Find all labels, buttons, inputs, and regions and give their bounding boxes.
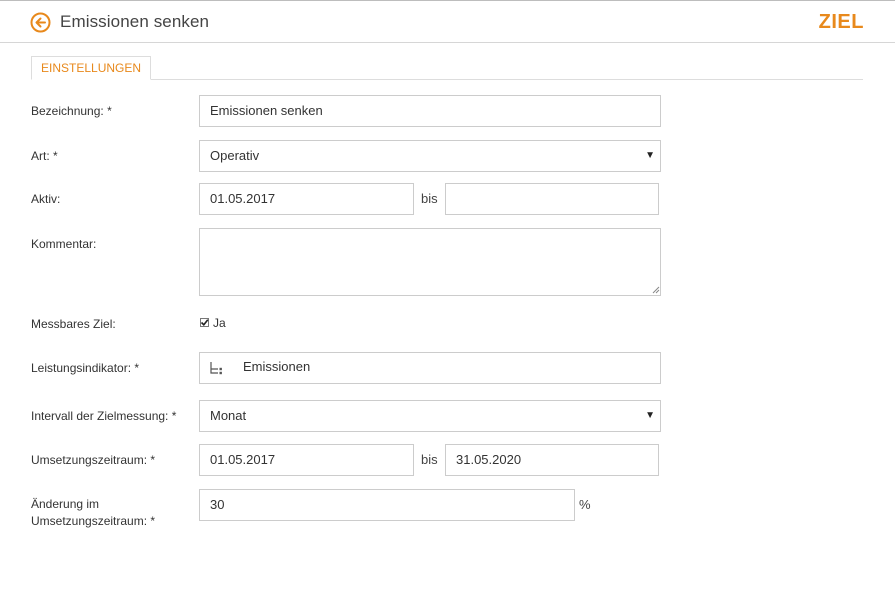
- required-marker: *: [171, 409, 177, 423]
- dropdown-caret-icon: ▼: [645, 150, 655, 161]
- art-select[interactable]: Operativ ▼: [199, 140, 661, 172]
- percent-unit: %: [579, 497, 591, 512]
- aenderung-value: 30: [210, 497, 225, 512]
- bezeichnung-label-text: Bezeichnung:: [31, 104, 104, 118]
- intervall-label-text: Intervall der Zielmessung:: [31, 409, 169, 423]
- bezeichnung-value: Emissionen senken: [210, 103, 323, 118]
- dropdown-caret-icon: ▼: [645, 410, 655, 421]
- tab-einstellungen[interactable]: EINSTELLUNGEN: [31, 56, 152, 80]
- umsetzung-to-value: 31.05.2020: [456, 452, 522, 467]
- aenderung-input[interactable]: 30: [199, 489, 575, 521]
- back-button[interactable]: [30, 12, 51, 33]
- aktiv-label: Aktiv:: [31, 191, 60, 208]
- umsetzung-from-value: 01.05.2017: [210, 452, 276, 467]
- aktiv-label-text: Aktiv:: [31, 192, 61, 206]
- kommentar-label-text: Kommentar:: [31, 237, 97, 251]
- aenderung-label-line2: Umsetzungszeitraum:: [31, 514, 148, 528]
- umsetzung-to-date-input[interactable]: 31.05.2020: [445, 444, 659, 476]
- aenderung-label: Änderung im Umsetzungszeitraum: *: [31, 496, 155, 530]
- messbares-ziel-checkbox[interactable]: [200, 318, 209, 327]
- messbares-ziel-option-label: Ja: [213, 316, 226, 330]
- checkmark-icon: [200, 319, 209, 326]
- intervall-select[interactable]: Monat ▼: [199, 400, 661, 432]
- tab-bar: EINSTELLUNGEN: [31, 56, 863, 80]
- art-label: Art: *: [31, 148, 58, 165]
- intervall-value: Monat: [210, 408, 247, 423]
- leistungsindikator-label-text: Leistungsindikator:: [31, 361, 132, 375]
- bezeichnung-input[interactable]: Emissionen senken: [199, 95, 661, 127]
- kommentar-label: Kommentar:: [31, 236, 96, 253]
- aktiv-from-value: 01.05.2017: [210, 191, 276, 206]
- page-title: Emissionen senken: [60, 12, 210, 31]
- leistungsindikator-value: Emissionen: [243, 359, 311, 374]
- page: Emissionen senken ZIEL EINSTELLUNGEN Bez…: [0, 0, 895, 600]
- umsetzung-bis-separator: bis: [421, 452, 438, 467]
- aktiv-bis-separator: bis: [421, 191, 438, 206]
- bezeichnung-label: Bezeichnung: *: [31, 103, 112, 120]
- art-label-text: Art:: [31, 149, 50, 163]
- required-marker: *: [53, 149, 58, 163]
- required-marker: *: [134, 361, 140, 375]
- hierarchy-tree-icon: [210, 362, 222, 375]
- resize-grip-icon[interactable]: [650, 284, 660, 294]
- arrow-left-circle-icon: [30, 12, 51, 33]
- leistungsindikator-label: Leistungsindikator: *: [31, 360, 139, 377]
- art-value: Operativ: [210, 148, 260, 163]
- aktiv-to-date-input[interactable]: [445, 183, 659, 215]
- kommentar-textarea[interactable]: [199, 228, 661, 296]
- page-header: Emissionen senken ZIEL: [0, 0, 895, 43]
- messbares-ziel-label-text: Messbares Ziel:: [31, 317, 116, 331]
- umsetzungszeitraum-label-text: Umsetzungszeitraum:: [31, 453, 148, 467]
- required-marker: *: [150, 453, 156, 467]
- umsetzung-from-date-input[interactable]: 01.05.2017: [199, 444, 414, 476]
- intervall-label: Intervall der Zielmessung: *: [31, 408, 176, 425]
- entity-type-label: ZIEL: [818, 11, 864, 33]
- messbares-ziel-label: Messbares Ziel:: [31, 316, 116, 333]
- required-marker: *: [107, 104, 112, 118]
- aktiv-from-date-input[interactable]: 01.05.2017: [199, 183, 414, 215]
- aenderung-label-line1: Änderung im: [31, 497, 100, 511]
- umsetzungszeitraum-label: Umsetzungszeitraum: *: [31, 452, 155, 469]
- required-marker: *: [150, 514, 156, 528]
